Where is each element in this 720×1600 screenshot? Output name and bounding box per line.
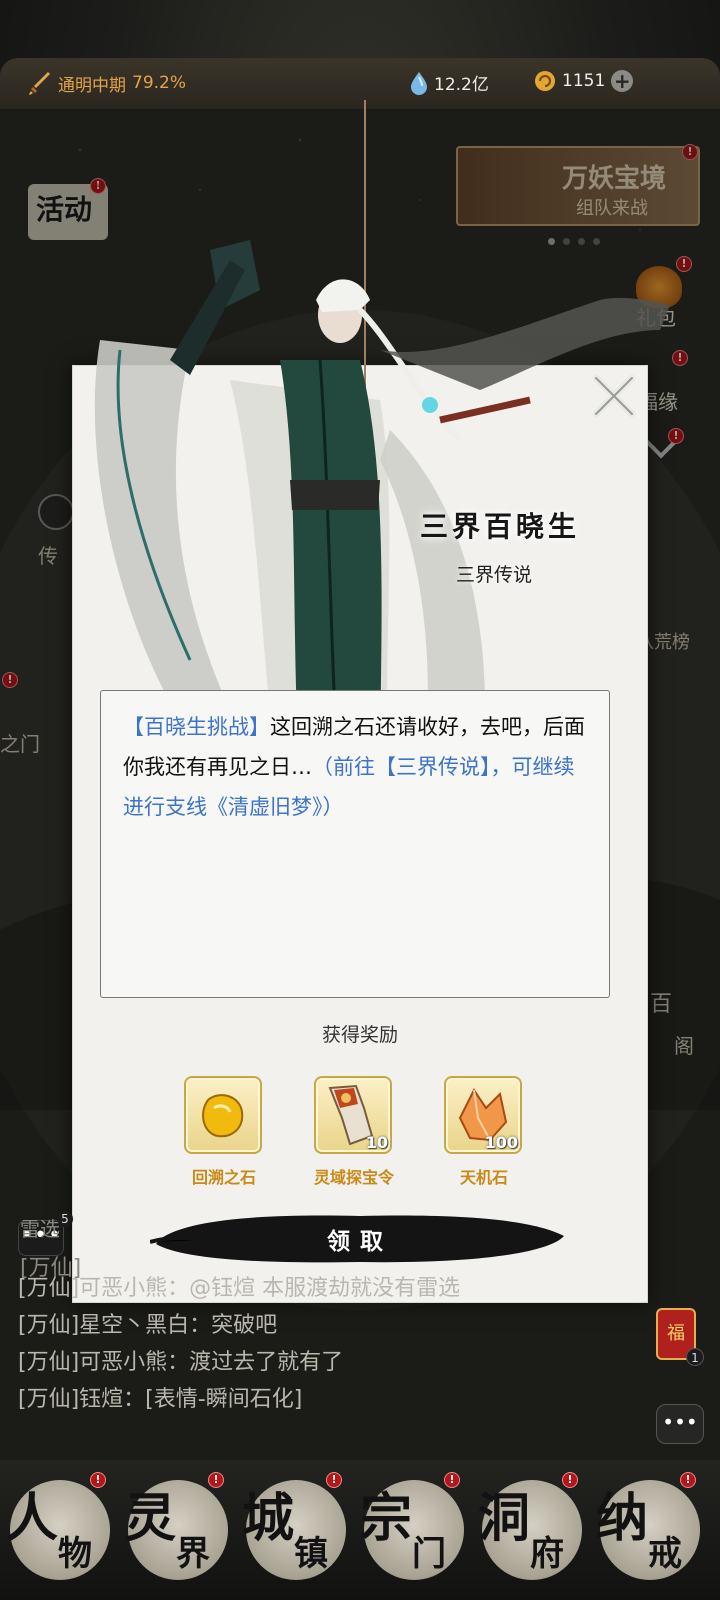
nav-badge: ! xyxy=(680,1472,696,1488)
nav-char-2: 戒 xyxy=(648,1534,682,1574)
npc-subtitle: 三界传说 xyxy=(456,564,533,586)
nav-char-2: 界 xyxy=(176,1534,210,1574)
fu-count: 1 xyxy=(686,1348,704,1366)
reward-name: 天机石 xyxy=(459,1168,508,1187)
nav-badge: ! xyxy=(562,1472,578,1488)
chat-line: [万仙]可恶小熊：@钰煊 本服渡劫就没有雷选 xyxy=(18,1276,461,1301)
reward-qty: 100 xyxy=(484,1133,518,1152)
nav-character[interactable]: 人 物 ! xyxy=(0,1470,120,1590)
world-chat[interactable]: [万仙]可恶小熊：@钰煊 本服渡劫就没有雷选 [万仙]星空丶黑白：突破吧 [万仙… xyxy=(18,1270,658,1418)
coin-icon xyxy=(535,71,555,91)
nav-char-1: 灵 xyxy=(124,1488,177,1549)
nav-char-1: 洞 xyxy=(478,1488,531,1549)
realm-name: 通明中期 xyxy=(58,75,126,96)
dialog-box: 【百晓生挑战】这回溯之石还请收好，去吧，后面你我还有再见之日…（前往【三界传说】… xyxy=(100,690,610,998)
gold-stone-icon xyxy=(202,1094,244,1138)
reward-slot: 100 xyxy=(444,1076,522,1154)
chat-line-hidden: [万仙] xyxy=(20,1256,82,1281)
reward-item[interactable]: 回溯之石 xyxy=(184,1076,264,1188)
realm-progress: 79.2% xyxy=(132,73,187,93)
nav-town[interactable]: 城 镇 ! xyxy=(236,1470,356,1590)
realm-status[interactable]: 通明中期 79.2% xyxy=(28,70,186,96)
chat-line: [万仙]星空丶黑白：突破吧 xyxy=(18,1313,278,1338)
nav-badge: ! xyxy=(444,1472,460,1488)
reward-item[interactable]: 100 天机石 xyxy=(444,1076,524,1188)
currency-counter[interactable]: 1151 + xyxy=(534,70,634,92)
reward-title: 获得奖励 xyxy=(321,1024,398,1046)
sword-icon xyxy=(29,72,50,95)
message-button[interactable]: ••• xyxy=(656,1404,704,1444)
reward-name: 回溯之石 xyxy=(191,1168,256,1187)
nav-char-2: 镇 xyxy=(294,1534,328,1574)
nav-badge: ! xyxy=(90,1472,106,1488)
currency-value: 1151 xyxy=(562,71,606,91)
reward-name: 灵域探宝令 xyxy=(313,1168,394,1187)
nav-char-1: 宗 xyxy=(360,1488,413,1549)
nav-char-2: 门 xyxy=(412,1534,446,1574)
nav-storage-ring[interactable]: 纳 戒 ! xyxy=(590,1470,710,1590)
close-button[interactable] xyxy=(588,370,640,422)
spirit-stone-counter[interactable]: 12.2亿 xyxy=(410,70,489,95)
nav-char-2: 府 xyxy=(530,1534,564,1574)
dialog-tag: 【百晓生挑战】 xyxy=(123,715,270,739)
nav-char-1: 城 xyxy=(242,1488,295,1549)
nav-char-1: 纳 xyxy=(596,1488,649,1549)
nav-badge: ! xyxy=(326,1472,342,1488)
chat-line-hidden: 雷选 xyxy=(20,1217,60,1241)
reward-qty: 10 xyxy=(365,1133,388,1152)
plus-icon[interactable]: + xyxy=(611,70,634,92)
chat-line: [万仙]钰煊：[表情-瞬间石化] xyxy=(18,1387,303,1412)
nav-badge: ! xyxy=(208,1472,224,1488)
npc-name: 三界百晓生 xyxy=(420,510,581,543)
reward-slot xyxy=(184,1076,262,1154)
nav-char-2: 物 xyxy=(58,1534,92,1574)
nav-cave[interactable]: 洞 府 ! xyxy=(472,1470,592,1590)
claim-label: 领取 xyxy=(327,1228,393,1255)
reward-slot: 10 xyxy=(314,1076,392,1154)
message-icon: ••• xyxy=(662,1410,698,1434)
reward-item[interactable]: 10 灵域探宝令 xyxy=(314,1076,394,1188)
nav-spirit-realm[interactable]: 灵 界 ! xyxy=(118,1470,238,1590)
chat-line: [万仙]可恶小熊：渡过去了就有了 xyxy=(18,1350,344,1375)
spirit-stone-value: 12.2亿 xyxy=(434,75,489,95)
close-icon xyxy=(592,374,636,418)
nav-sect[interactable]: 宗 门 ! xyxy=(354,1470,474,1590)
spirit-stone-icon xyxy=(411,71,427,95)
nav-char-1: 人 xyxy=(6,1488,59,1549)
